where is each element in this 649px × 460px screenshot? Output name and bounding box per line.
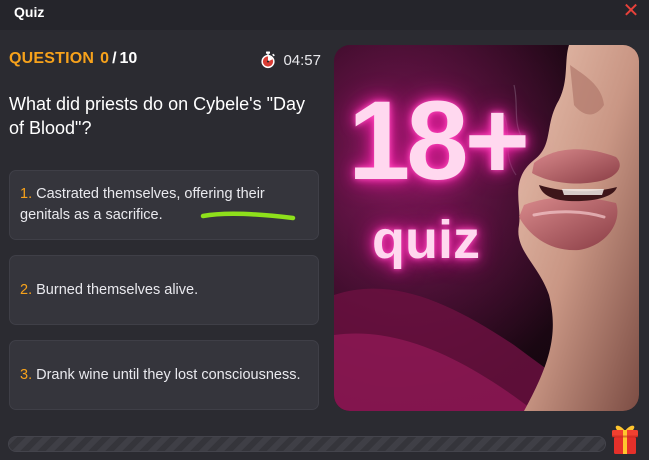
timer-value: 04:57 (283, 51, 321, 69)
question-separator: / (112, 50, 117, 67)
progress-bar (8, 436, 606, 452)
progress-fill (9, 437, 605, 451)
title-bar: Quiz ✕ (0, 0, 649, 30)
highlight-underline (200, 211, 296, 221)
timer: 04:57 (259, 51, 321, 69)
answer-3-text: Drank wine until they lost consciousness… (36, 366, 301, 383)
answer-2-text: Burned themselves alive. (36, 281, 199, 298)
answer-3-number: 3. (20, 366, 33, 383)
question-current: 0 (100, 50, 110, 67)
question-total: 10 (119, 50, 138, 67)
gift-icon[interactable] (609, 421, 641, 455)
close-icon[interactable]: ✕ (621, 1, 641, 21)
question-header: QUESTION 0/10 04:57 (9, 50, 321, 74)
window-title: Quiz (14, 4, 45, 20)
answer-2-number: 2. (20, 281, 33, 298)
promo-image: 18+ quiz (334, 45, 639, 411)
answer-option-2[interactable]: 2. Burned themselves alive. (9, 255, 319, 325)
question-text: What did priests do on Cybele's "Day of … (9, 94, 305, 138)
promo-big-text: 18+ (348, 78, 530, 203)
answer-2-content: 2. Burned themselves alive. (20, 280, 198, 301)
answer-3-content: 3. Drank wine until they lost consciousn… (20, 365, 300, 386)
answer-1-number: 1. (20, 186, 33, 202)
promo-small-text: quiz (372, 210, 480, 270)
stopwatch-icon (261, 51, 276, 69)
answer-option-3[interactable]: 3. Drank wine until they lost consciousn… (9, 340, 319, 410)
answer-option-1[interactable]: 1. Castrated themselves, offering their … (9, 170, 319, 240)
question-label: QUESTION (9, 50, 95, 67)
